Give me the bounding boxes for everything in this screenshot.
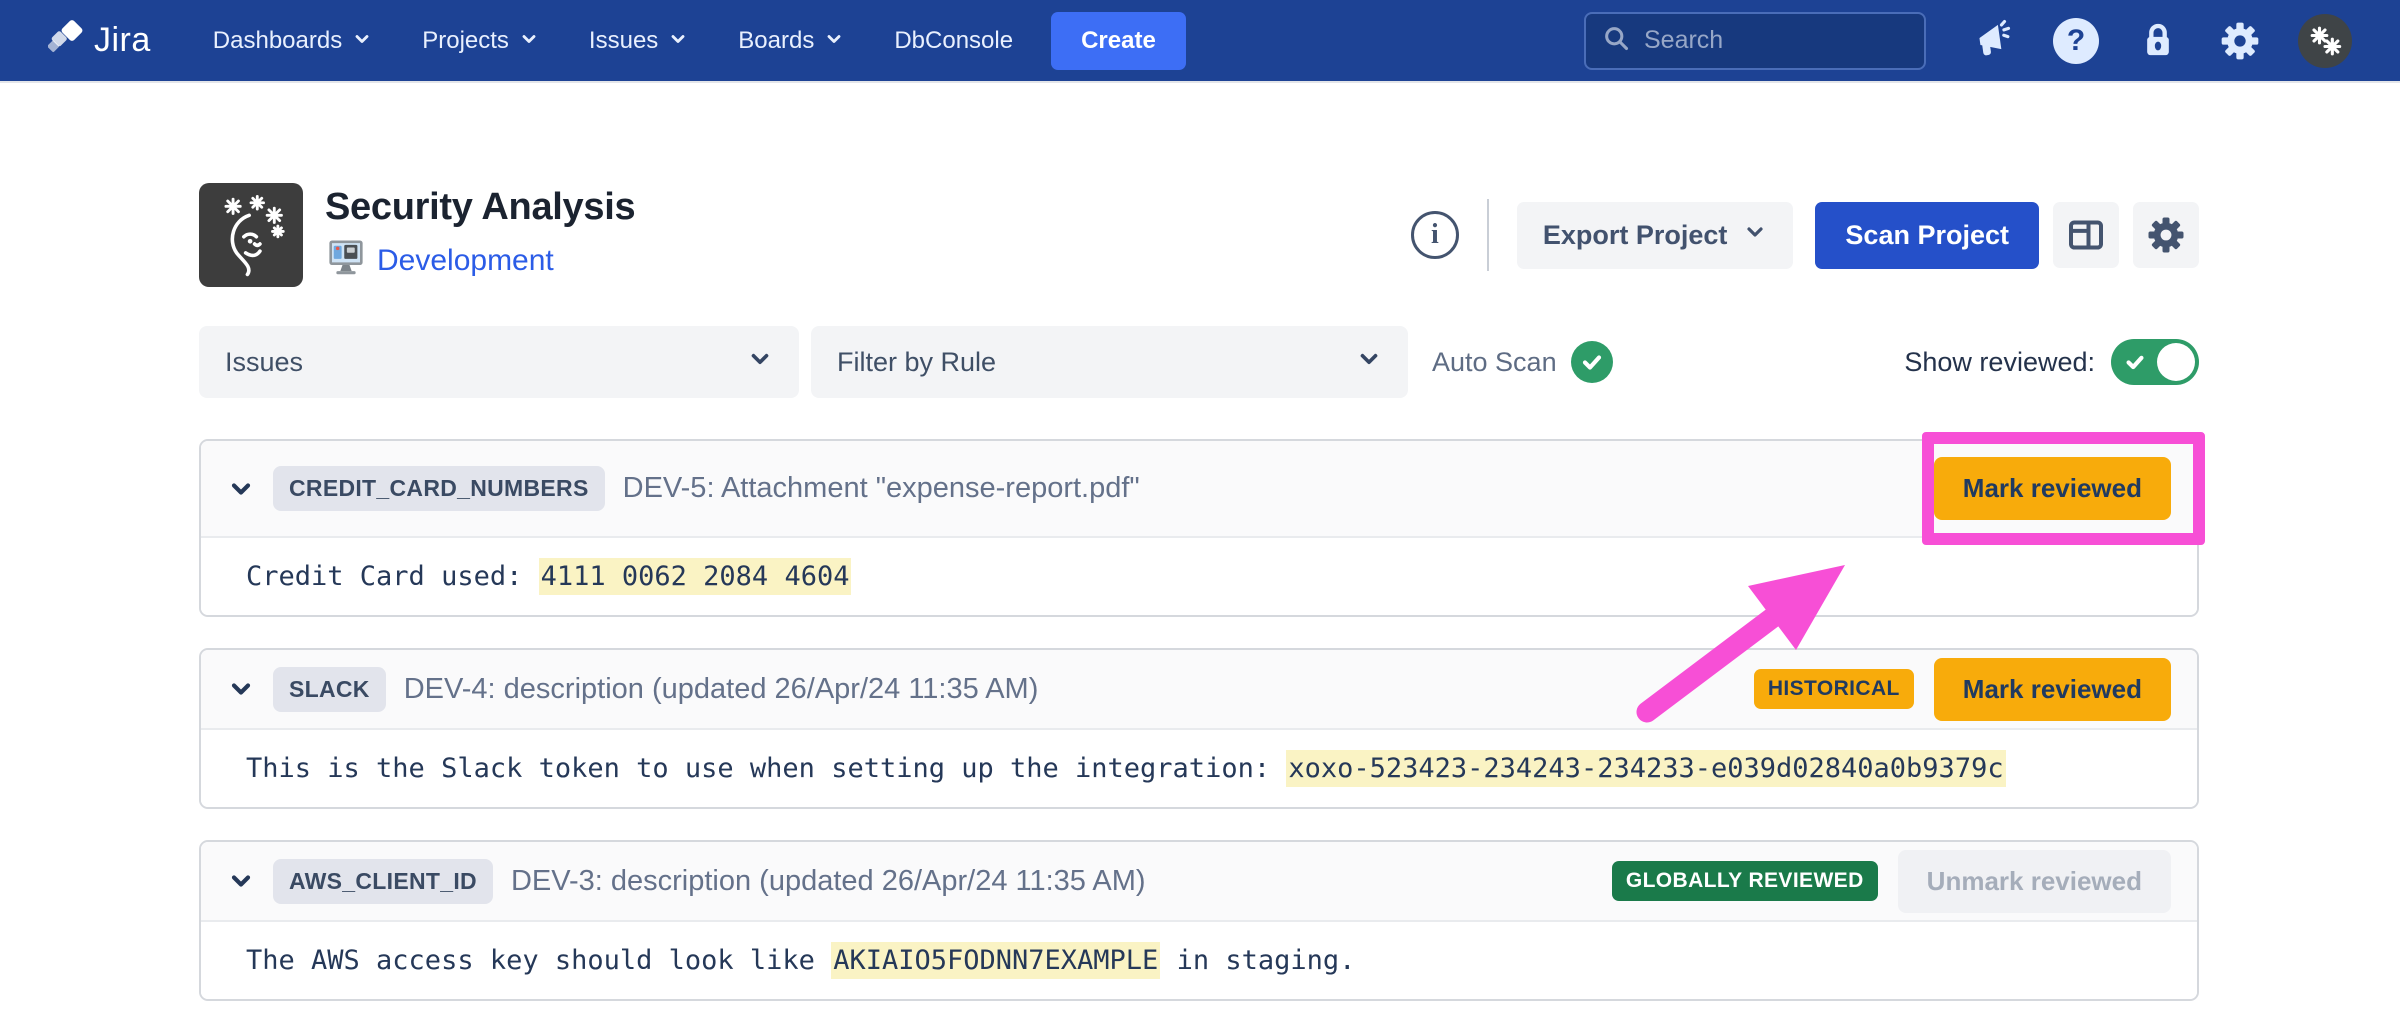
toggle-knob [2157,343,2195,381]
nav-item-dbconsole[interactable]: DbConsole [894,27,1013,55]
project-link[interactable]: Development [377,244,554,278]
page-title: Security Analysis [325,186,635,229]
nav-item-dashboards[interactable]: Dashboards [213,26,372,56]
page-header-left: Security Analysis [199,183,635,287]
page-header: Security Analysis [199,183,2199,287]
details-panel-icon[interactable] [2053,202,2119,268]
project-avatar [199,183,303,287]
expand-chevron-icon[interactable] [227,475,255,503]
mark-reviewed-button[interactable]: Mark reviewed [1934,457,2171,520]
info-icon[interactable] [1411,211,1459,259]
filter-by-rule-dropdown[interactable]: Filter by Rule [811,326,1408,398]
main-content: Security Analysis [199,183,2199,1001]
finding-header: SLACK DEV-4: description (updated 26/Apr… [201,650,2197,730]
finding-row: SLACK DEV-4: description (updated 26/Apr… [199,648,2199,809]
rule-badge: AWS_CLIENT_ID [273,859,493,904]
finding-content: The AWS access key should look like AKIA… [201,922,2197,999]
title-block: Security Analysis [325,186,635,284]
nav-item-projects[interactable]: Projects [422,26,539,56]
auto-scan-status: Auto Scan [1432,341,1613,383]
findings-list: CREDIT_CARD_NUMBERS DEV-5: Attachment "e… [199,439,2199,1001]
settings-gear-icon[interactable] [2133,202,2199,268]
issues-dropdown[interactable]: Issues [199,326,799,398]
rule-badge: CREDIT_CARD_NUMBERS [273,466,605,511]
finding-header: CREDIT_CARD_NUMBERS DEV-5: Attachment "e… [201,441,2197,538]
search-icon [1602,24,1630,57]
finding-row: AWS_CLIENT_ID DEV-3: description (update… [199,840,2199,1001]
create-button[interactable]: Create [1051,12,1186,70]
jira-logo[interactable]: Jira [48,20,151,61]
nav-menu: Dashboards Projects Issues Boards DbCons… [213,26,1013,56]
finding-header: AWS_CLIENT_ID DEV-3: description (update… [201,842,2197,922]
finding-row: CREDIT_CARD_NUMBERS DEV-5: Attachment "e… [199,439,2199,617]
gear-icon[interactable] [2216,17,2264,65]
secret-highlight: AKIAIO5FODNN7EXAMPLE [831,942,1160,979]
finding-content: This is the Slack token to use when sett… [201,730,2197,807]
expand-chevron-icon[interactable] [227,867,255,895]
jira-logo-text: Jira [94,21,151,60]
chevron-down-icon [352,26,372,56]
rule-badge: SLACK [273,667,386,712]
export-project-button[interactable]: Export Project [1517,202,1794,269]
show-reviewed-control: Show reviewed: [1904,339,2199,385]
historical-badge: HISTORICAL [1754,669,1914,709]
show-reviewed-toggle[interactable] [2111,339,2199,385]
search-placeholder: Search [1644,26,1723,55]
globally-reviewed-badge: GLOBALLY REVIEWED [1612,861,1878,901]
chevron-down-icon [519,26,539,56]
auto-scan-check-icon[interactable] [1571,341,1613,383]
filter-row: Issues Filter by Rule Auto Scan Show rev… [199,326,2199,398]
megaphone-icon[interactable] [1970,17,2018,65]
chevron-down-icon [824,26,844,56]
divider [1487,199,1489,271]
chevron-down-icon [1743,220,1767,251]
secret-highlight: xoxo-523423-234243-234233-e039d02840a0b9… [1286,750,2005,787]
finding-content: Credit Card used: 4111 0062 2084 4604 [201,538,2197,615]
finding-title: DEV-3: description (updated 26/Apr/24 11… [511,865,1146,898]
lock-icon[interactable] [2134,17,2182,65]
help-icon[interactable] [2052,17,2100,65]
breadcrumb: Development [325,237,635,284]
check-icon [2124,351,2146,373]
show-reviewed-label: Show reviewed: [1904,347,2095,378]
avatar[interactable] [2298,14,2352,68]
mark-reviewed-button[interactable]: Mark reviewed [1934,658,2171,721]
expand-chevron-icon[interactable] [227,675,255,703]
finding-title: DEV-5: Attachment "expense-report.pdf" [623,472,1140,505]
dev-environment-icon [325,237,367,284]
scan-project-button[interactable]: Scan Project [1815,202,2039,269]
nav-item-issues[interactable]: Issues [589,26,688,56]
search-input[interactable]: Search [1584,12,1926,70]
page-header-actions: Export Project Scan Project [1411,199,2199,271]
nav-item-boards[interactable]: Boards [738,26,844,56]
chevron-down-icon [1356,346,1382,379]
jira-logo-icon [48,20,84,61]
auto-scan-label: Auto Scan [1432,347,1557,378]
secret-highlight: 4111 0062 2084 4604 [539,558,852,595]
top-navbar: Jira Dashboards Projects Issues Boards D… [0,0,2400,83]
unmark-reviewed-button[interactable]: Unmark reviewed [1898,850,2171,913]
chevron-down-icon [747,346,773,379]
question-mark-glyph [2053,18,2099,64]
finding-title: DEV-4: description (updated 26/Apr/24 11… [404,673,1039,706]
chevron-down-icon [668,26,688,56]
